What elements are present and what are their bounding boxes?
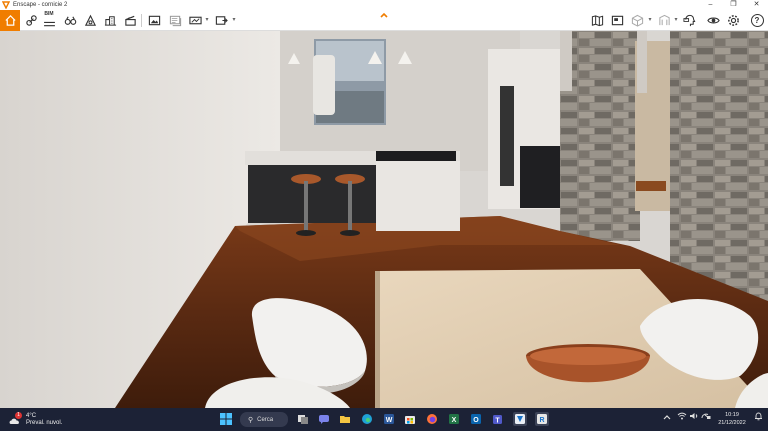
map-button[interactable] (589, 13, 605, 28)
eye-icon (706, 17, 720, 24)
search-icon: ⚲ (248, 416, 254, 424)
export-button[interactable] (213, 13, 229, 28)
render-image-button[interactable] (146, 13, 162, 28)
minimize-button[interactable]: – (699, 0, 722, 10)
svg-text:W: W (386, 417, 393, 424)
collapse-toolbar-chevron-icon[interactable] (379, 11, 389, 19)
video-editor-button[interactable] (122, 13, 138, 28)
search-label: Cerca (257, 416, 274, 423)
binoculars-icon (64, 16, 76, 25)
system-clock[interactable]: 10:19 21/12/2022 (713, 411, 751, 427)
map-icon (591, 15, 603, 27)
asset-library-button[interactable] (82, 13, 98, 28)
section-dropdown-icon[interactable]: ▾ (673, 16, 679, 24)
section-button[interactable] (656, 13, 672, 28)
bim-button[interactable]: BIM (41, 11, 57, 28)
svg-text:T: T (495, 418, 500, 425)
battery-icon[interactable] (700, 412, 711, 426)
help-button[interactable]: ? (749, 13, 765, 28)
view-mode-dropdown-icon[interactable]: ▾ (647, 16, 653, 24)
general-settings-button[interactable] (725, 13, 741, 28)
svg-text:X: X (452, 417, 457, 424)
file-explorer-icon[interactable] (338, 412, 352, 426)
outlook-icon[interactable]: O (469, 412, 483, 426)
window-title: Enscape - cornicie 2 (13, 2, 68, 8)
help-icon: ? (750, 14, 764, 27)
word-icon[interactable]: W (382, 412, 396, 426)
speaker-icon[interactable] (688, 412, 699, 426)
clapperboard-icon (124, 15, 136, 26)
panorama-icon (188, 16, 202, 25)
notification-badge: 1 (15, 411, 22, 419)
export-icon (215, 16, 228, 25)
home-icon (4, 15, 16, 26)
enscape-logo-icon (1, 1, 11, 10)
edge-icon[interactable] (360, 412, 374, 426)
minimap-icon (611, 15, 623, 26)
3d-viewport[interactable] (0, 31, 768, 408)
visual-settings-button[interactable] (705, 13, 721, 28)
maximize-button[interactable]: ❐ (722, 0, 745, 10)
minimap-button[interactable] (609, 13, 625, 28)
close-button[interactable]: ✕ (745, 0, 768, 10)
panorama-dropdown-icon[interactable]: ▾ (204, 16, 210, 24)
teams-icon[interactable]: T (491, 412, 505, 426)
screenshot-icon (148, 15, 160, 26)
notification-bell-icon[interactable] (752, 412, 764, 426)
store-icon[interactable] (403, 412, 417, 426)
batch-render-icon (169, 15, 181, 27)
tray-overflow-chevron-icon[interactable] (662, 412, 672, 426)
link-icon (25, 15, 37, 26)
teams-chat-icon[interactable] (317, 412, 331, 426)
clock-date: 21/12/2022 (718, 420, 746, 426)
toolbar-divider (141, 14, 142, 27)
buildings-icon (104, 16, 116, 26)
panorama-button[interactable] (187, 13, 203, 28)
weather-condition: Preval. nuvol. (26, 419, 63, 426)
wifi-icon[interactable] (676, 412, 687, 426)
enscape-taskbar-icon[interactable] (513, 412, 527, 426)
revit-icon[interactable]: R (535, 412, 549, 426)
export-dropdown-icon[interactable]: ▾ (231, 16, 237, 24)
view-mode-button[interactable] (629, 13, 645, 28)
collaboration-button[interactable] (681, 13, 697, 28)
temperature: 4°C (26, 412, 37, 419)
task-view-icon[interactable] (296, 412, 310, 426)
cloud-icon: 1 (8, 411, 22, 427)
gear-icon (727, 15, 739, 26)
firefox-icon[interactable] (425, 412, 439, 426)
link-button[interactable] (23, 13, 39, 28)
home-button[interactable] (0, 10, 20, 31)
clock-time: 10:19 (725, 412, 739, 418)
cube-icon (631, 14, 643, 27)
user-head-icon (682, 14, 695, 27)
rendered-scene (0, 31, 768, 408)
title-bar: Enscape - cornicie 2 – ❐ ✕ (0, 0, 768, 10)
excel-icon[interactable]: X (447, 412, 461, 426)
svg-text:O: O (473, 417, 479, 424)
windows-taskbar: 1 4°C Preval. nuvol. ⚲ Cerca W X O T R 1… (0, 408, 768, 431)
windows-start-icon[interactable] (219, 412, 233, 426)
taskbar-search[interactable]: ⚲ Cerca (240, 412, 288, 427)
batch-render-button[interactable] (167, 13, 183, 28)
svg-text:R: R (539, 417, 544, 424)
bim-icon (43, 21, 55, 26)
views-button[interactable] (62, 13, 78, 28)
asset-library-icon (84, 14, 96, 26)
buildings-button[interactable] (102, 13, 118, 28)
section-icon (658, 14, 670, 26)
weather-widget[interactable]: 1 4°C Preval. nuvol. (8, 410, 68, 429)
